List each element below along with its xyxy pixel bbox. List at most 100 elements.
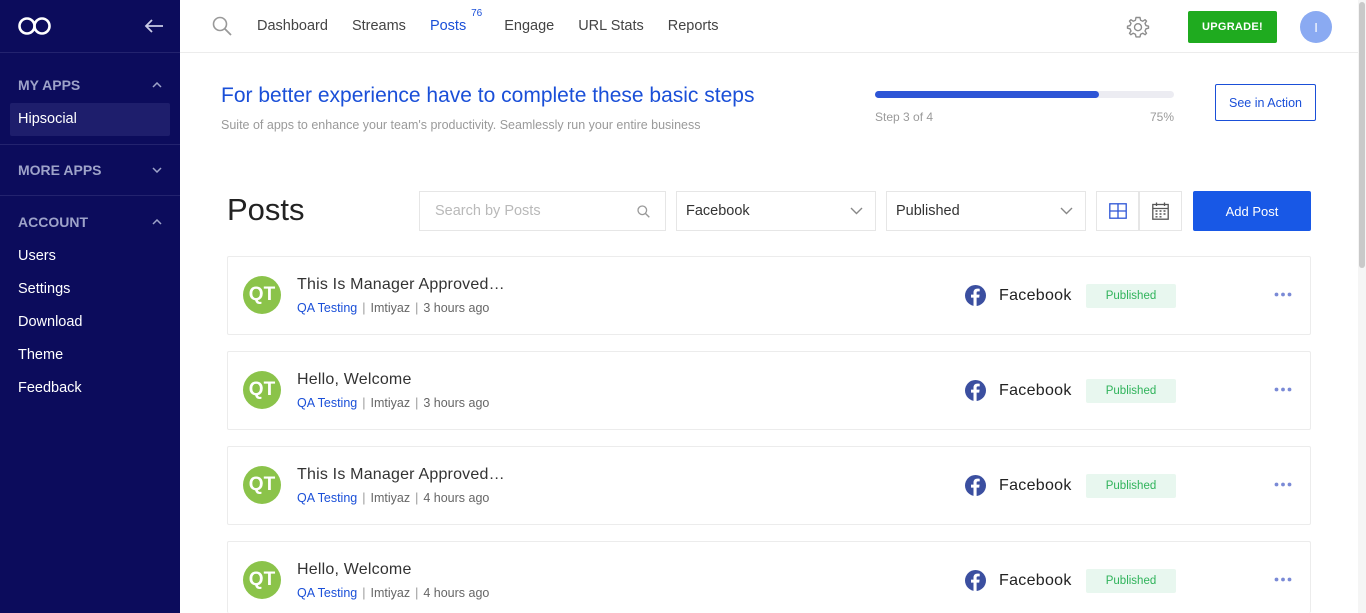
chevron-down-icon: [152, 167, 162, 173]
main-nav: Dashboard Streams Posts 76 Engage URL St…: [257, 8, 743, 34]
status-filter-value: Published: [896, 203, 960, 219]
more-dots-icon[interactable]: [1274, 482, 1292, 487]
post-avatar: QT: [243, 371, 281, 409]
my-apps-label: MY APPS: [18, 77, 81, 93]
scrollbar-thumb[interactable]: [1359, 2, 1365, 268]
post-platform: Facebook: [999, 287, 1072, 304]
post-platform: Facebook: [999, 382, 1072, 399]
nav-streams[interactable]: Streams: [352, 18, 406, 34]
nav-posts-label: Posts: [429, 18, 467, 34]
post-platform: Facebook: [999, 572, 1072, 589]
sidebar-item-settings[interactable]: Settings: [0, 273, 180, 306]
percent-text: 75%: [1149, 110, 1174, 124]
post-author: Imtiyaz: [370, 396, 411, 410]
progress-fill: [875, 91, 1100, 98]
back-arrow-icon[interactable]: [144, 19, 164, 33]
post-time: 3 hours ago: [423, 396, 490, 410]
post-group-link[interactable]: QA Testing: [297, 586, 357, 600]
post-title[interactable]: Hello, Welcome: [297, 561, 412, 579]
chevron-down-icon: [850, 207, 863, 215]
account-header[interactable]: ACCOUNT: [0, 204, 180, 240]
grid-view-icon: [1108, 203, 1127, 219]
sidebar-item-hipsocial[interactable]: Hipsocial: [10, 103, 170, 136]
post-search: [419, 191, 666, 231]
nav-reports[interactable]: Reports: [668, 18, 719, 34]
calendar-view-button[interactable]: [1139, 191, 1182, 231]
page-title: Posts: [227, 192, 305, 227]
post-card[interactable]: QT Hello, Welcome QA Testing | Imtiyaz | 3…: [227, 351, 1311, 430]
page-scrollbar[interactable]: [1358, 0, 1366, 613]
post-time: 4 hours ago: [423, 491, 490, 505]
user-avatar[interactable]: I: [1300, 11, 1332, 43]
more-apps-section: MORE APPS: [0, 145, 180, 196]
chevron-down-icon: [1060, 207, 1073, 215]
post-card[interactable]: QT Hello, Welcome QA Testing | Imtiyaz | 4…: [227, 541, 1311, 613]
search-input[interactable]: [435, 203, 625, 219]
chevron-up-icon: [152, 82, 162, 88]
top-navbar: Dashboard Streams Posts 76 Engage URL St…: [180, 0, 1358, 53]
my-apps-section: MY APPS Hipsocial: [0, 53, 180, 145]
grid-view-button[interactable]: [1096, 191, 1139, 231]
my-apps-header[interactable]: MY APPS: [0, 67, 180, 103]
post-title[interactable]: This Is Manager Approved…: [297, 276, 505, 294]
nav-engage[interactable]: Engage: [504, 18, 554, 34]
onboarding-progress-bar: [875, 91, 1174, 98]
facebook-icon: [965, 475, 986, 496]
search-icon[interactable]: [637, 205, 650, 218]
sidebar: MY APPS Hipsocial MORE APPS ACCOUNT User…: [0, 0, 180, 613]
post-author: Imtiyaz: [370, 491, 411, 505]
sidebar-item-download[interactable]: Download: [0, 306, 180, 339]
see-in-action-button[interactable]: See in Action: [1215, 84, 1316, 121]
more-dots-icon[interactable]: [1274, 387, 1292, 392]
calendar-icon: [1152, 202, 1169, 220]
status-filter-select[interactable]: Published: [886, 191, 1086, 231]
post-avatar: QT: [243, 466, 281, 504]
sidebar-header: [0, 0, 180, 53]
posts-count-badge: 76: [471, 8, 483, 19]
platform-filter-select[interactable]: Facebook: [676, 191, 876, 231]
post-avatar: QT: [243, 276, 281, 314]
post-meta: QA Testing | Imtiyaz | 4 hours ago: [297, 586, 490, 600]
more-dots-icon[interactable]: [1274, 292, 1292, 297]
nav-posts[interactable]: Posts 76: [429, 8, 482, 34]
facebook-icon: [965, 285, 986, 306]
account-section: ACCOUNT Users Settings Download Theme Fe…: [0, 196, 180, 405]
account-label: ACCOUNT: [18, 214, 88, 230]
more-apps-header[interactable]: MORE APPS: [0, 152, 180, 188]
post-time: 3 hours ago: [423, 301, 490, 315]
upgrade-button[interactable]: UPGRADE!: [1188, 11, 1277, 43]
more-apps-label: MORE APPS: [18, 162, 102, 178]
post-group-link[interactable]: QA Testing: [297, 491, 357, 505]
post-title[interactable]: Hello, Welcome: [297, 371, 412, 389]
onboarding-title: For better experience have to complete t…: [221, 84, 755, 107]
status-badge: Published: [1086, 474, 1176, 498]
post-platform: Facebook: [999, 477, 1072, 494]
status-badge: Published: [1086, 569, 1176, 593]
post-card[interactable]: QT This Is Manager Approved… QA Testing |…: [227, 446, 1311, 525]
post-meta: QA Testing | Imtiyaz | 4 hours ago: [297, 491, 490, 505]
post-avatar: QT: [243, 561, 281, 599]
add-post-button[interactable]: Add Post: [1193, 191, 1311, 231]
nav-url-stats[interactable]: URL Stats: [578, 18, 644, 34]
onboarding-subtitle: Suite of apps to enhance your team's pro…: [221, 118, 701, 132]
search-icon[interactable]: [212, 16, 232, 36]
sidebar-item-theme[interactable]: Theme: [0, 339, 180, 372]
sidebar-item-users[interactable]: Users: [0, 240, 180, 273]
more-dots-icon[interactable]: [1274, 577, 1292, 582]
gear-icon[interactable]: [1126, 15, 1150, 39]
facebook-icon: [965, 380, 986, 401]
post-time: 4 hours ago: [423, 586, 490, 600]
sidebar-item-feedback[interactable]: Feedback: [0, 372, 180, 405]
status-badge: Published: [1086, 379, 1176, 403]
post-author: Imtiyaz: [370, 301, 411, 315]
platform-filter-value: Facebook: [686, 203, 750, 219]
post-group-link[interactable]: QA Testing: [297, 396, 357, 410]
post-card[interactable]: QT This Is Manager Approved… QA Testing |…: [227, 256, 1311, 335]
facebook-icon: [965, 570, 986, 591]
logo-icon[interactable]: [17, 16, 53, 36]
post-title[interactable]: This Is Manager Approved…: [297, 466, 505, 484]
post-group-link[interactable]: QA Testing: [297, 301, 357, 315]
nav-dashboard[interactable]: Dashboard: [257, 18, 328, 34]
chevron-up-icon: [152, 219, 162, 225]
status-badge: Published: [1086, 284, 1176, 308]
